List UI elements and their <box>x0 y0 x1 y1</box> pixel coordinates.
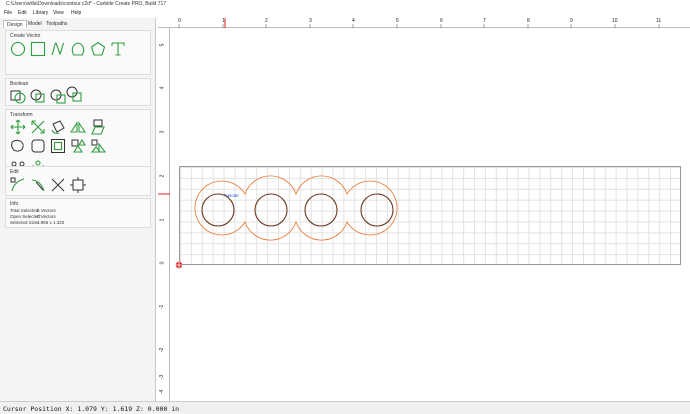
offset-icon[interactable] <box>10 138 26 154</box>
horizontal-ruler-ticks <box>178 18 660 28</box>
shear-icon[interactable] <box>90 119 106 135</box>
info-open-selected: Open Selected: 0 Vectors <box>10 214 56 219</box>
vertical-ruler-ticks <box>158 193 170 195</box>
menu-view[interactable]: View <box>53 10 64 16</box>
menu-bar: File Edit Library View Help <box>0 9 690 18</box>
vruler-label: 0 <box>159 261 166 265</box>
design-panel: Design Model Toolpaths Create Vector Boo… <box>0 18 156 401</box>
inset-icon[interactable] <box>50 138 66 154</box>
edit-title: Edit <box>10 169 19 175</box>
menu-help[interactable]: Help <box>71 10 81 16</box>
node-edit-icon[interactable] <box>10 177 26 193</box>
polyline-tool-icon[interactable] <box>50 41 66 57</box>
total-selected-label: Total Selected: <box>10 208 40 213</box>
vertical-ruler: 5 4 3 2 1 0 -1 -2 -3 -4 <box>158 28 170 401</box>
hruler-label: 11 <box>656 18 662 24</box>
hruler-label: 4 <box>352 18 355 24</box>
stock-area[interactable] <box>179 166 681 265</box>
boolean-section: Boolean <box>5 78 151 106</box>
hruler-label: 8 <box>527 18 530 24</box>
selected-size-value: 4.966 x 1.320 <box>37 220 65 225</box>
open-selected-value: 0 Vectors <box>37 214 56 219</box>
trim-icon[interactable] <box>50 177 66 193</box>
hruler-label: 6 <box>440 18 443 24</box>
hruler-label: 10 <box>612 18 618 24</box>
distribute-icon[interactable] <box>90 138 106 154</box>
scale-icon[interactable] <box>30 119 46 135</box>
weld-icon[interactable] <box>66 86 82 102</box>
tab-model[interactable]: Model <box>25 20 45 28</box>
status-bar: Cursor Position X: 1.079 Y: 1.619 Z: 0.0… <box>0 401 690 414</box>
hruler-label: 2 <box>265 18 268 24</box>
menu-library[interactable]: Library <box>33 10 48 16</box>
boolean-title: Boolean <box>10 81 29 87</box>
hruler-label: 9 <box>570 18 573 24</box>
vruler-label: 1 <box>159 218 166 222</box>
circle-tool-icon[interactable] <box>10 41 26 57</box>
vruler-label: 5 <box>159 43 166 47</box>
hruler-label: 1 <box>222 18 225 24</box>
rectangle-tool-icon[interactable] <box>30 41 46 57</box>
join-icon[interactable] <box>30 177 46 193</box>
vruler-label: -2 <box>159 347 166 353</box>
info-selected-size: Selected Size: 4.966 x 1.320 <box>10 220 64 225</box>
fillet-icon[interactable] <box>30 138 46 154</box>
edit-section: Edit <box>5 166 151 196</box>
selected-size-label: Selected Size: <box>10 220 39 225</box>
hruler-label: 7 <box>483 18 486 24</box>
node-label: Node <box>228 193 239 198</box>
text-tool-icon[interactable] <box>110 41 126 57</box>
hruler-label: 5 <box>396 18 399 24</box>
create-vector-title: Create Vector <box>10 33 41 39</box>
info-section: Info Total Selected: 5 Vectors Open Sele… <box>5 198 151 228</box>
title-bar: C:\Users\willa\Downloads\contour.c2d* - … <box>0 0 690 9</box>
transform-title: Transform <box>10 112 33 118</box>
rotate-icon[interactable] <box>50 119 66 135</box>
vruler-label: 3 <box>159 130 166 134</box>
tab-design[interactable]: Design <box>3 20 27 28</box>
window-title: C:\Users\willa\Downloads\contour.c2d* - … <box>6 1 167 7</box>
vruler-label: -1 <box>159 304 166 310</box>
hruler-label: 0 <box>178 18 181 24</box>
vruler-label: 4 <box>159 86 166 90</box>
info-title: Info <box>10 201 19 207</box>
move-icon[interactable] <box>10 119 26 135</box>
align-icon[interactable] <box>70 138 86 154</box>
tab-toolpaths[interactable]: Toolpaths <box>43 20 70 28</box>
hruler-label: 3 <box>309 18 312 24</box>
info-total-selected: Total Selected: 5 Vectors <box>10 208 56 213</box>
horizontal-ruler: 0 1 2 3 4 5 6 7 8 9 10 11 <box>158 18 690 28</box>
subtract-icon[interactable] <box>30 88 46 104</box>
bounding-box-icon[interactable] <box>70 177 86 193</box>
create-vector-section: Create Vector <box>5 30 151 75</box>
vruler-label: -3 <box>159 374 166 380</box>
mirror-icon[interactable] <box>70 119 86 135</box>
cursor-position: Cursor Position X: 1.079 Y: 1.619 Z: 0.0… <box>3 405 180 413</box>
total-selected-value: 5 Vectors <box>37 208 56 213</box>
menu-file[interactable]: File <box>4 10 12 16</box>
vruler-label: 2 <box>159 174 166 178</box>
menu-edit[interactable]: Edit <box>18 10 27 16</box>
intersect-icon[interactable] <box>50 88 66 104</box>
vruler-label: -4 <box>159 389 166 395</box>
polygon-tool-icon[interactable] <box>90 41 106 57</box>
union-icon[interactable] <box>10 88 26 104</box>
curve-tool-icon[interactable] <box>70 41 86 57</box>
